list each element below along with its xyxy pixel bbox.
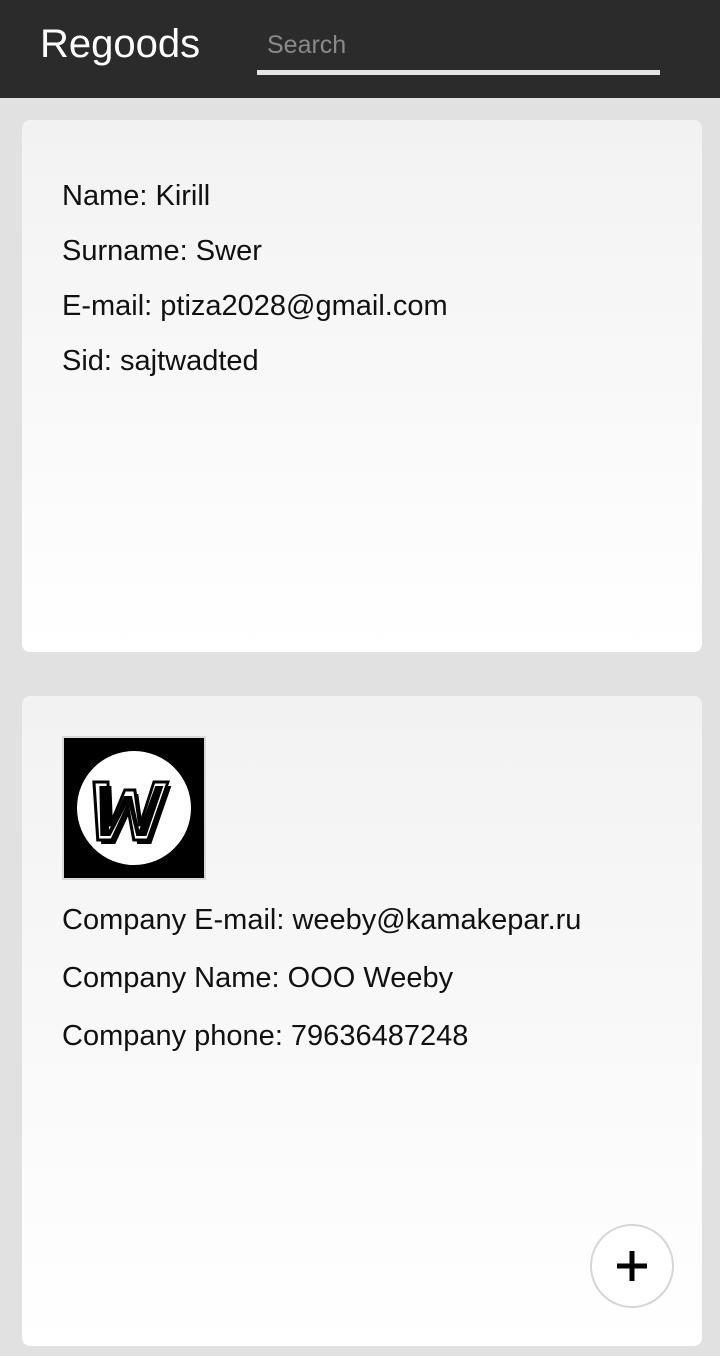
company-phone: Company phone: 79636487248 — [62, 1020, 469, 1052]
search-field[interactable] — [257, 22, 660, 75]
top-app-bar: Regoods — [0, 0, 720, 98]
user-surname: Surname: Swer — [62, 235, 262, 267]
user-email: E-mail: ptiza2028@gmail.com — [62, 290, 448, 322]
company-name: Company Name: OOO Weeby — [62, 962, 454, 994]
weeby-logo-icon — [64, 738, 204, 878]
company-logo — [62, 736, 206, 880]
user-sid: Sid: sajtwadted — [62, 345, 259, 377]
company-info-card: Company E-mail: weeby@kamakepar.ru Compa… — [22, 696, 702, 1346]
search-input[interactable] — [257, 22, 660, 68]
company-email: Company E-mail: weeby@kamakepar.ru — [62, 904, 582, 936]
app-title: Regoods — [40, 22, 201, 66]
user-info-card: Name: Kirill Surname: Swer E-mail: ptiza… — [22, 120, 702, 652]
user-name: Name: Kirill — [62, 180, 211, 212]
plus-icon — [617, 1251, 647, 1281]
add-button[interactable] — [590, 1224, 674, 1308]
